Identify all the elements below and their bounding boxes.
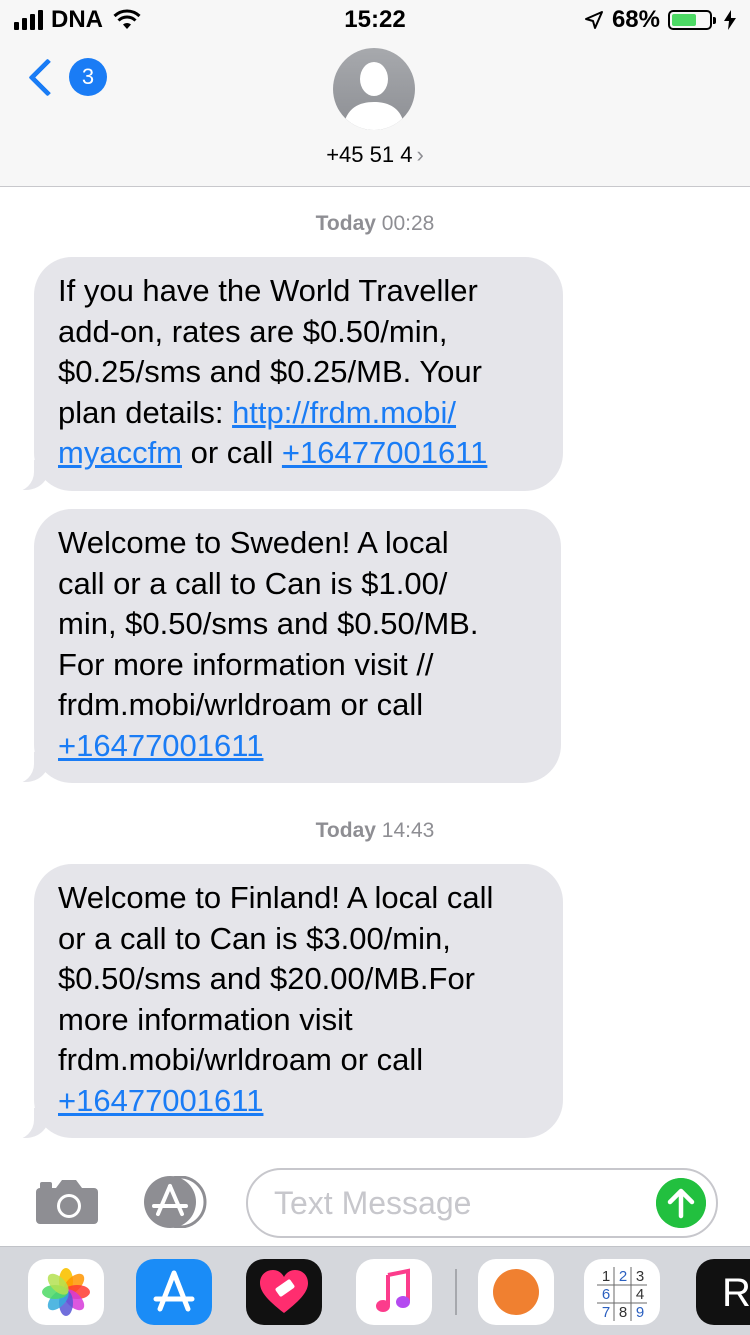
message-line: $0.25/sms and $0.25/MB. Your [58,354,482,389]
battery-fill [672,14,697,26]
status-right: 68% [584,6,736,34]
message-line: more information visit [58,1001,353,1037]
message-bubble[interactable]: Welcome to Finland! A local call or a ca… [34,864,563,1138]
message-line: +16477001611 [58,726,539,767]
message-line: Welcome to Sweden! A local [58,525,449,560]
message-line: myaccfm or call +16477001611 [58,433,541,474]
timestamp: Today 00:28 [0,212,750,236]
sudoku-app-icon[interactable]: 1 2 3 6 4 7 8 9 [584,1259,660,1325]
timestamp-time: 14:43 [381,819,435,842]
contact-avatar[interactable] [333,48,415,130]
sudoku-digit: 3 [636,1268,644,1285]
drawer-divider [455,1269,457,1315]
imessage-app-drawer: 1 2 3 6 4 7 8 9 R [0,1246,750,1335]
orange-circle-app-icon[interactable] [478,1259,554,1325]
chevron-right-icon: › [416,142,424,167]
message-line: +16477001611 [58,1081,541,1122]
location-arrow-icon [584,11,603,29]
message-line: If you have the World Traveller [58,273,478,308]
heart-app-icon[interactable] [246,1259,322,1325]
phone-link[interactable]: +16477001611 [58,728,263,763]
battery-icon [668,10,716,30]
sudoku-digit: 2 [619,1268,627,1285]
sudoku-digit: 8 [619,1304,627,1321]
timestamp-day: Today [315,212,376,235]
message-bubble[interactable]: If you have the World Traveller add-on, … [34,257,563,491]
music-app-icon[interactable] [356,1259,432,1325]
sudoku-digit: 7 [602,1304,610,1321]
url-link[interactable]: http://frdm.mobi/ [232,395,456,430]
back-button[interactable]: 3 [22,57,107,97]
phone-link[interactable]: +16477001611 [282,435,487,470]
unread-count-badge: 3 [69,58,107,96]
message-line: $0.50/sms and $20.00/MB.For [58,961,476,996]
battery-percent: 68% [611,6,660,33]
message-line: For more information visit // [58,646,434,682]
message-input-placeholder: Text Message [274,1185,472,1221]
sudoku-digit: 9 [636,1304,644,1321]
charging-bolt-icon [724,10,736,30]
message-composer: Text Message [0,1158,750,1246]
camera-icon[interactable] [36,1180,98,1224]
message-text: plan details: [58,394,233,430]
message-line: plan details: http://frdm.mobi/ [58,393,541,434]
message-text: or call [182,435,282,470]
timestamp-day: Today [315,819,376,842]
r-app-label: R [722,1271,750,1315]
phone-link[interactable]: +16477001611 [58,1083,263,1118]
sudoku-digit: 1 [602,1268,610,1285]
message-input[interactable]: Text Message [246,1168,718,1238]
message-line: Welcome to Finland! A local call [58,880,494,915]
status-bar: DNA 15:22 68% [0,0,750,40]
contact-name: +45 51 4 [326,142,413,167]
timestamp-time: 00:28 [381,212,435,235]
message-line: call or a call to Can is $1.00/ [58,565,448,601]
message-line: frdm.mobi/wrldroam or call [58,687,424,722]
contact-name-button[interactable]: +45 51 4 › [0,142,750,168]
app-store-app-icon[interactable] [136,1259,212,1325]
send-arrow-icon[interactable] [656,1178,706,1228]
sudoku-digit: 4 [636,1286,644,1303]
message-line: min, $0.50/sms and $0.50/MB. [58,606,479,641]
navigation-header: DNA 15:22 68% 3 +45 51 4 › [0,0,750,187]
photos-app-icon[interactable] [28,1259,104,1325]
sudoku-digit: 6 [602,1286,610,1303]
message-line: frdm.mobi/wrldroam or call [58,1042,424,1077]
message-line: add-on, rates are $0.50/min, [58,313,448,349]
person-silhouette-icon [343,62,405,130]
r-app-icon[interactable]: R [696,1259,750,1325]
timestamp: Today 14:43 [0,819,750,843]
back-chevron-icon [28,57,67,97]
message-line: or a call to Can is $3.00/min, [58,920,451,956]
message-bubble[interactable]: Welcome to Sweden! A local call or a cal… [34,509,561,783]
url-link[interactable]: myaccfm [58,435,182,470]
app-store-button-icon[interactable] [140,1176,210,1228]
